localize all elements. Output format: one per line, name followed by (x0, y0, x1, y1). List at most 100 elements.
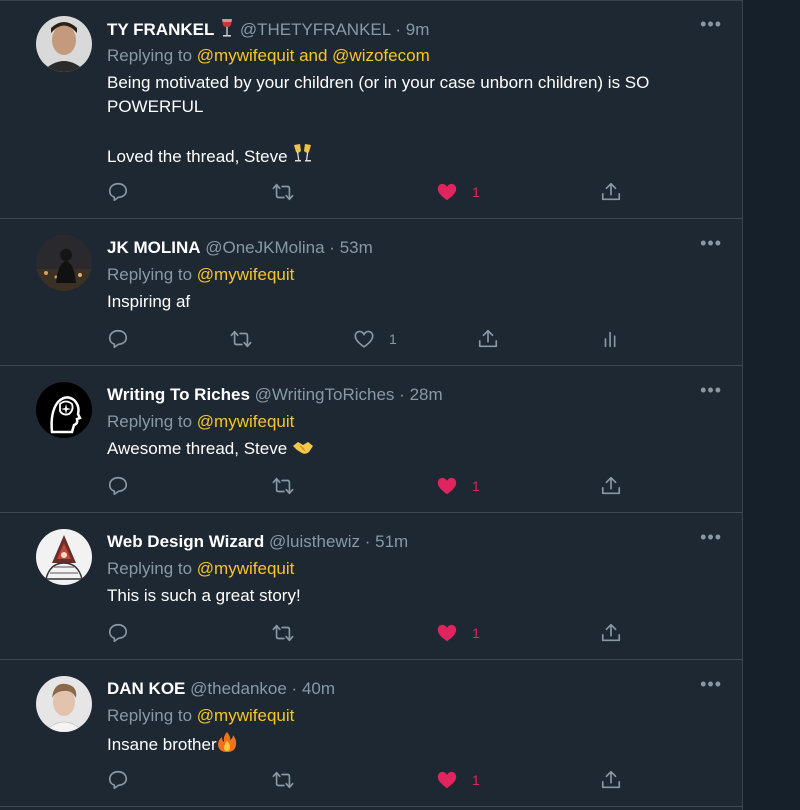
tweet[interactable]: Writing To Riches @WritingToRiches · 28m… (0, 366, 742, 513)
avatar[interactable] (36, 529, 92, 585)
tweet-text-line: Awesome thread, Steve (107, 437, 727, 464)
tweet-actions: 1 (0, 326, 742, 352)
retweet-button[interactable] (230, 326, 252, 352)
avatar[interactable] (36, 16, 92, 72)
like-button[interactable]: 1 (436, 620, 480, 646)
separator: · (395, 20, 401, 39)
handle[interactable]: @thedankoe (190, 679, 287, 698)
replying-label: Replying to (107, 412, 193, 431)
replying-label: Replying to (107, 706, 193, 725)
tweet-header: Writing To Riches @WritingToRiches · 28m (107, 384, 443, 406)
mention-link[interactable]: @mywifequit (197, 706, 295, 725)
timestamp[interactable]: 9m (406, 20, 430, 39)
separator: · (291, 679, 298, 698)
tweet[interactable]: TY FRANKEL @THETYFRANKEL · 9m ••• Replyi… (0, 0, 742, 219)
tweet-text-line: Loved the thread, Steve (107, 143, 727, 172)
fire-icon (217, 731, 237, 760)
share-button[interactable] (477, 326, 499, 352)
handle[interactable]: @THETYFRANKEL (240, 20, 391, 39)
tweet-header: Web Design Wizard @luisthewiz · 51m (107, 531, 408, 553)
tweet-text-line: Being motivated by your children (or in … (107, 73, 650, 116)
more-options-icon[interactable]: ••• (700, 233, 722, 254)
tweet-actions: 1 (0, 473, 742, 499)
replying-to: Replying to @mywifequit (107, 411, 294, 433)
like-count: 1 (472, 184, 480, 200)
retweet-button[interactable] (272, 179, 294, 205)
tweet-header: TY FRANKEL @THETYFRANKEL · 9m (107, 18, 429, 44)
handshake-icon (292, 439, 314, 464)
clinking-glasses-icon (292, 143, 314, 172)
tweet-text-line: Insane brother (107, 731, 727, 760)
replying-to: Replying to @mywifequit (107, 558, 294, 580)
reply-icon (108, 329, 128, 349)
like-button[interactable]: 1 (436, 767, 480, 793)
retweet-icon (272, 183, 294, 201)
separator: · (329, 238, 335, 257)
more-options-icon[interactable]: ••• (700, 527, 722, 548)
timestamp[interactable]: 51m (375, 532, 408, 551)
share-icon (601, 623, 621, 642)
heart-filled-icon (437, 771, 457, 789)
mention-link[interactable]: @mywifequit (197, 265, 295, 284)
wine-glass-icon (219, 18, 235, 44)
retweet-button[interactable] (272, 767, 294, 793)
tweet[interactable]: Web Design Wizard @luisthewiz · 51m ••• … (0, 513, 742, 660)
tweet-actions: 1 (0, 179, 742, 205)
display-name[interactable]: Web Design Wizard (107, 532, 264, 551)
reply-button[interactable] (107, 767, 129, 793)
analytics-button[interactable] (600, 326, 622, 352)
reply-button[interactable] (107, 326, 129, 352)
mention-link[interactable]: @mywifequit (197, 412, 295, 431)
like-count: 1 (472, 625, 480, 641)
avatar[interactable] (36, 235, 92, 291)
reply-button[interactable] (107, 473, 129, 499)
display-name[interactable]: Writing To Riches (107, 385, 250, 404)
retweet-button[interactable] (272, 620, 294, 646)
replying-label: Replying to (107, 265, 193, 284)
replying-label: Replying to (107, 559, 193, 578)
replying-label: Replying to (107, 46, 193, 65)
timestamp[interactable]: 40m (302, 679, 335, 698)
mention-link[interactable]: @mywifequit and @wizofecom (197, 46, 430, 65)
tweet-header: DAN KOE @thedankoe · 40m (107, 678, 335, 700)
like-button[interactable]: 1 (353, 326, 397, 352)
like-count: 1 (389, 331, 397, 347)
more-options-icon[interactable]: ••• (700, 14, 722, 35)
share-icon (601, 770, 621, 789)
display-name[interactable]: JK MOLINA (107, 238, 201, 257)
tweet[interactable]: JK MOLINA @OneJKMolina · 53m ••• Replyin… (0, 219, 742, 366)
like-count: 1 (472, 478, 480, 494)
handle[interactable]: @luisthewiz (269, 532, 360, 551)
share-button[interactable] (600, 473, 622, 499)
like-button[interactable]: 1 (436, 473, 480, 499)
like-button[interactable]: 1 (436, 179, 480, 205)
heart-filled-icon (437, 477, 457, 495)
reply-button[interactable] (107, 179, 129, 205)
display-name[interactable]: TY FRANKEL (107, 20, 214, 39)
display-name[interactable]: DAN KOE (107, 679, 185, 698)
timestamp[interactable]: 53m (340, 238, 373, 257)
retweet-button[interactable] (272, 473, 294, 499)
share-button[interactable] (600, 620, 622, 646)
mention-link[interactable]: @mywifequit (197, 559, 295, 578)
more-options-icon[interactable]: ••• (700, 674, 722, 695)
tweet-actions: 1 (0, 767, 742, 793)
share-button[interactable] (600, 179, 622, 205)
reply-icon (108, 623, 128, 643)
share-icon (478, 329, 498, 348)
handle[interactable]: @OneJKMolina (205, 238, 324, 257)
share-button[interactable] (600, 767, 622, 793)
more-options-icon[interactable]: ••• (700, 380, 722, 401)
avatar[interactable] (36, 676, 92, 732)
timestamp[interactable]: 28m (410, 385, 443, 404)
reply-button[interactable] (107, 620, 129, 646)
tweet[interactable]: DAN KOE @thedankoe · 40m ••• Replying to… (0, 660, 742, 807)
reply-icon (108, 476, 128, 496)
avatar[interactable] (36, 382, 92, 438)
retweet-icon (272, 624, 294, 642)
handle[interactable]: @WritingToRiches (255, 385, 395, 404)
tweet-text-line: Inspiring af (107, 292, 191, 311)
share-icon (601, 476, 621, 495)
replying-to: Replying to @mywifequit and @wizofecom (107, 45, 430, 67)
share-icon (601, 182, 621, 201)
